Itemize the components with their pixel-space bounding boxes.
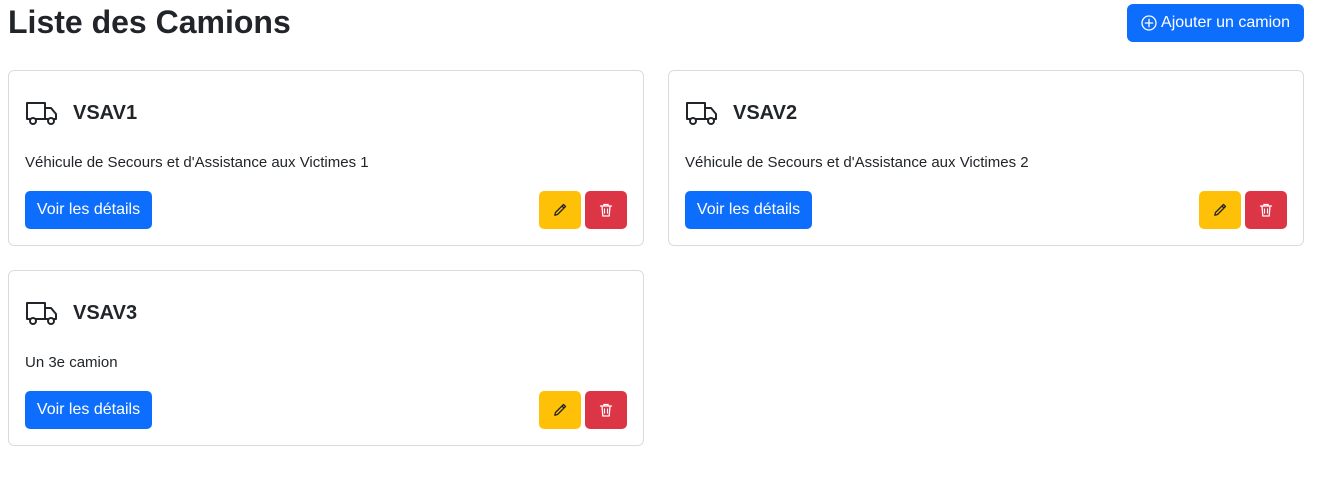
- edit-button[interactable]: [539, 391, 581, 429]
- card-header: VSAV3: [25, 298, 137, 328]
- pencil-icon: [554, 203, 567, 216]
- card-header: VSAV2: [685, 98, 797, 128]
- trash-icon: [599, 403, 613, 417]
- page: Liste des Camions Ajouter un camion VSAV…: [0, 0, 1322, 496]
- page-title: Liste des Camions: [8, 4, 291, 40]
- truck-description: Un 3e camion: [25, 354, 118, 371]
- truck-card: VSAV3 Un 3e camion Voir les détails: [8, 270, 644, 446]
- truck-icon: [686, 102, 717, 125]
- edit-button[interactable]: [1199, 191, 1241, 229]
- delete-button[interactable]: [585, 191, 627, 229]
- truck-icon: [26, 102, 57, 125]
- truck-card: VSAV2 Véhicule de Secours et d'Assistanc…: [668, 70, 1304, 246]
- add-truck-button[interactable]: Ajouter un camion: [1127, 4, 1304, 42]
- pencil-icon: [554, 403, 567, 416]
- truck-icon: [26, 302, 57, 325]
- truck-name: VSAV1: [73, 102, 138, 124]
- view-details-button[interactable]: Voir les détails: [25, 391, 152, 429]
- add-truck-label: Ajouter un camion: [1161, 14, 1290, 31]
- card-header: VSAV1: [25, 98, 137, 128]
- trash-icon: [1259, 203, 1273, 217]
- truck-name: VSAV2: [733, 102, 798, 124]
- edit-button[interactable]: [539, 191, 581, 229]
- truck-description: Véhicule de Secours et d'Assistance aux …: [25, 154, 369, 171]
- view-details-button[interactable]: Voir les détails: [685, 191, 812, 229]
- truck-description: Véhicule de Secours et d'Assistance aux …: [685, 154, 1029, 171]
- truck-name: VSAV3: [73, 302, 138, 324]
- delete-button[interactable]: [585, 391, 627, 429]
- plus-circle-icon: [1141, 15, 1157, 31]
- pencil-icon: [1214, 203, 1227, 216]
- delete-button[interactable]: [1245, 191, 1287, 229]
- truck-card: VSAV1 Véhicule de Secours et d'Assistanc…: [8, 70, 644, 246]
- view-details-button[interactable]: Voir les détails: [25, 191, 152, 229]
- trash-icon: [599, 203, 613, 217]
